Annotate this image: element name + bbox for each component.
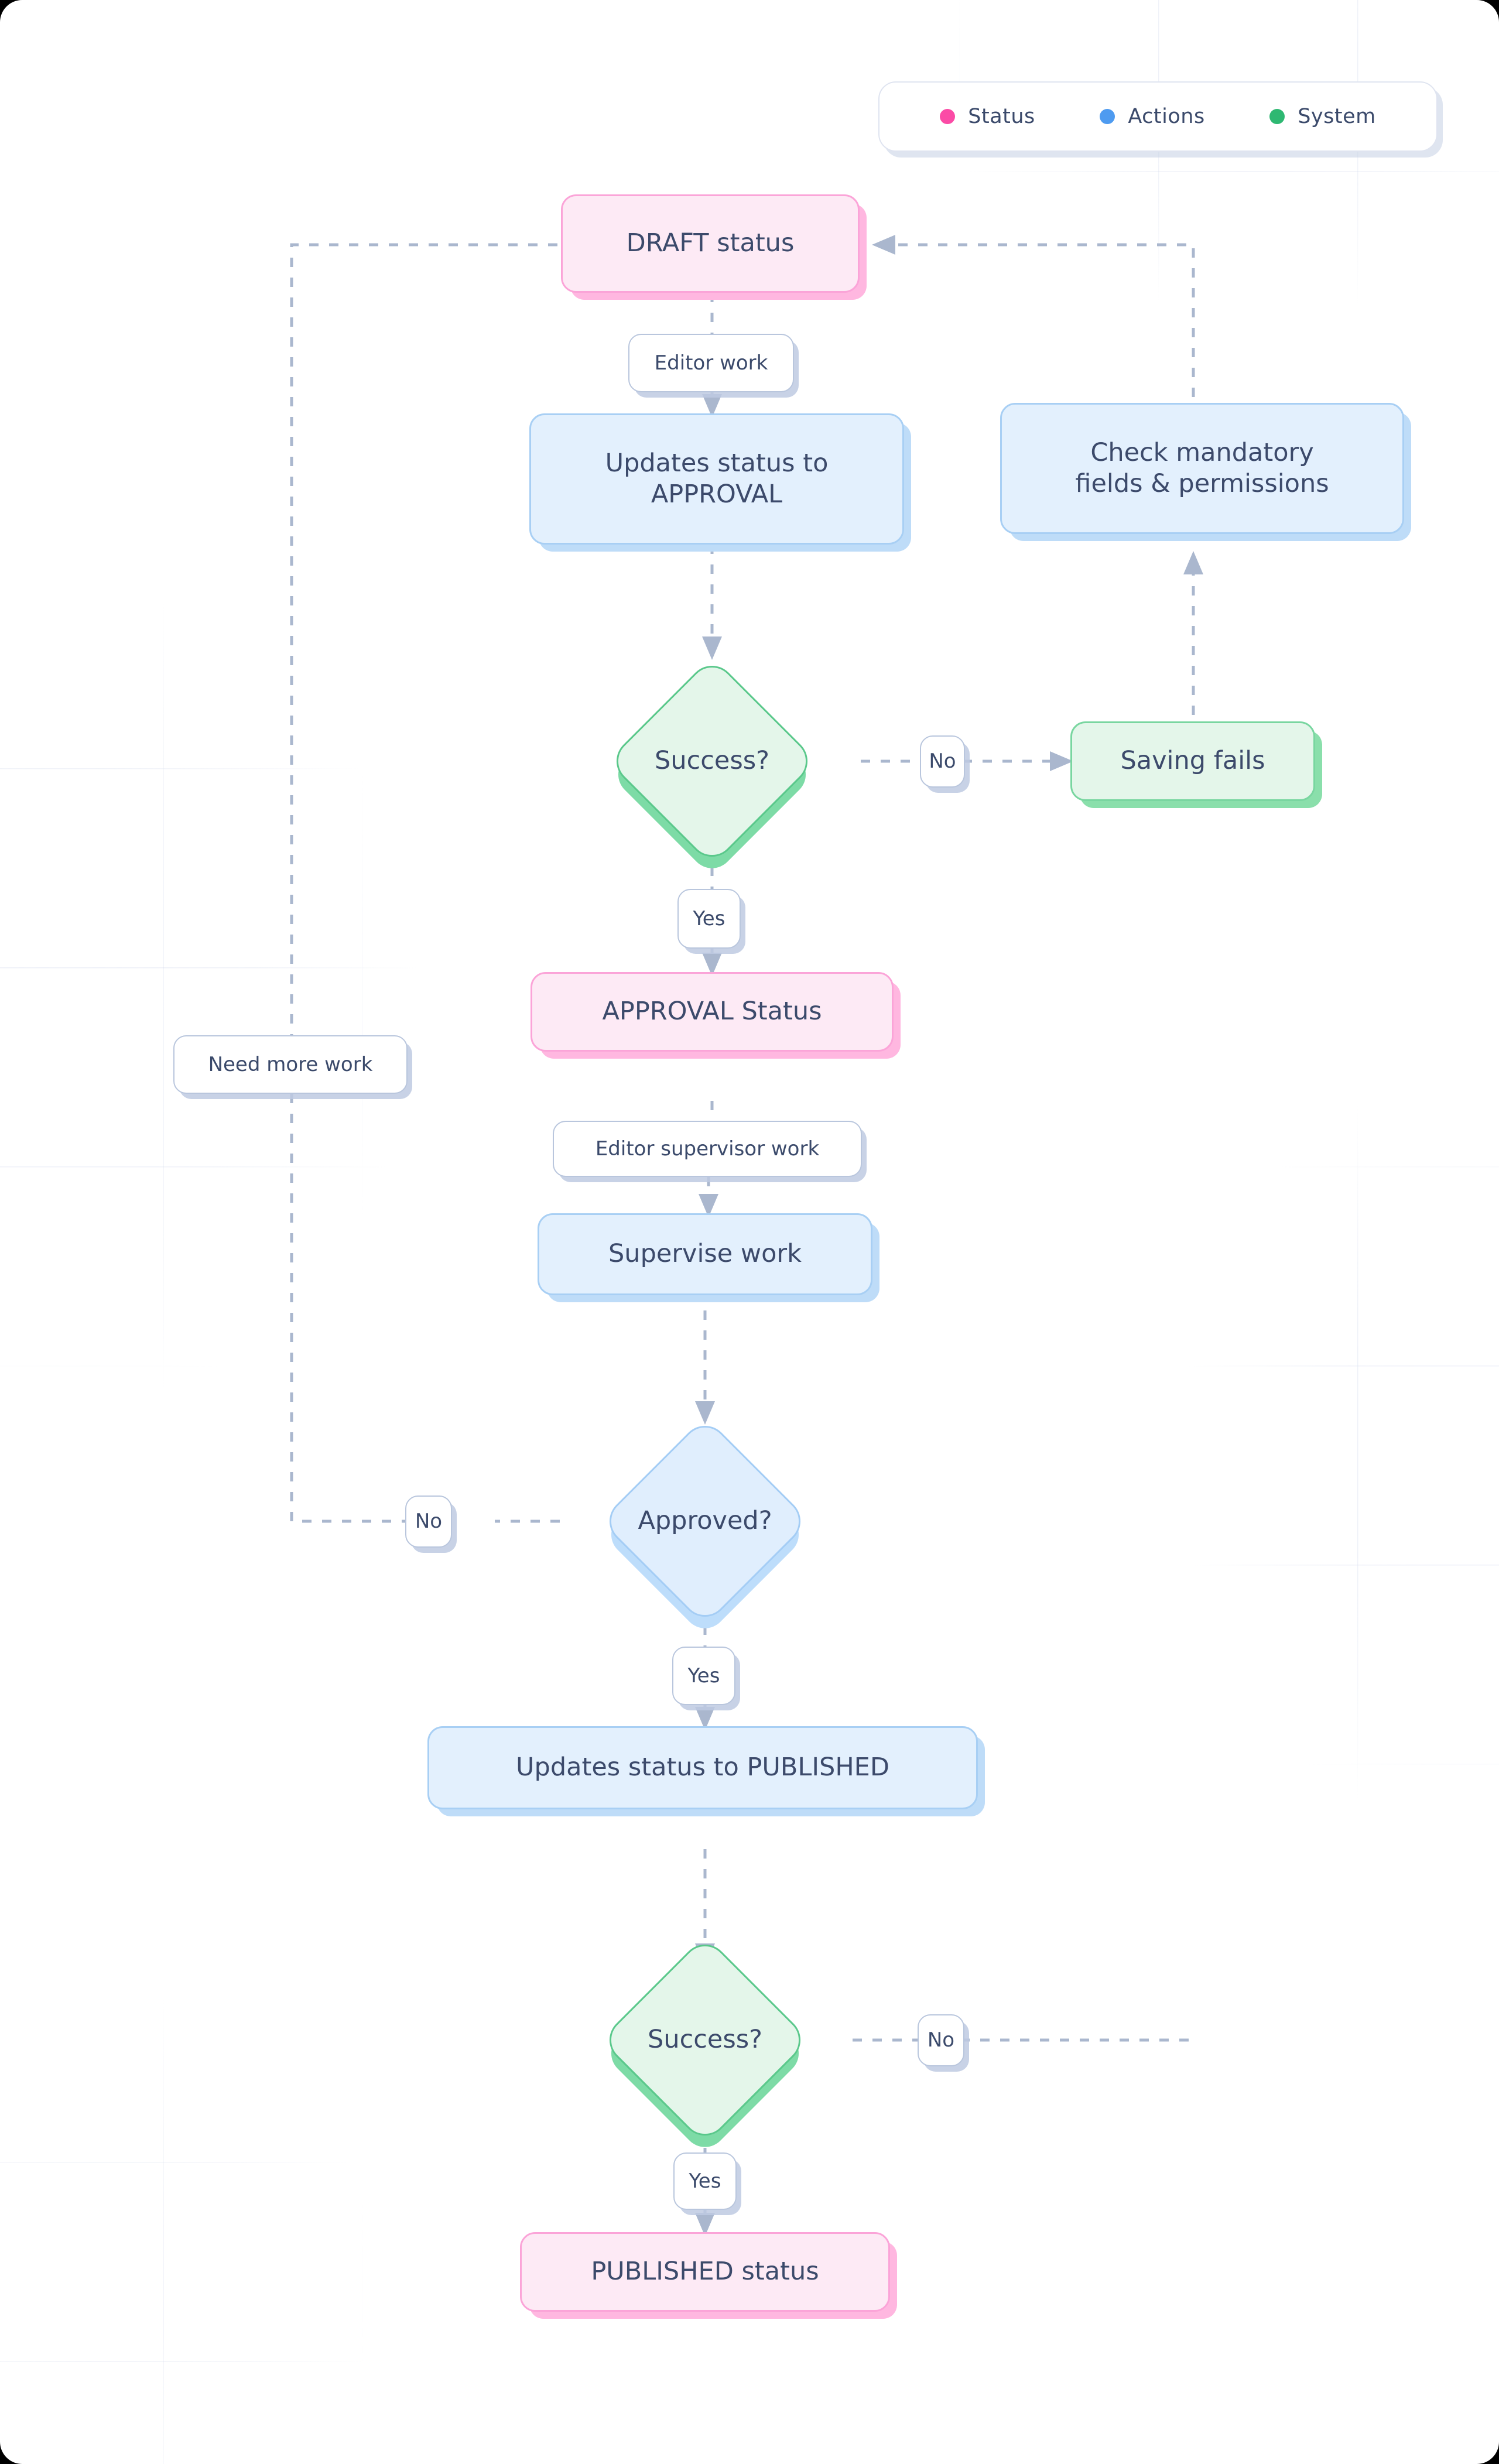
edge-label-no-2[interactable]: No	[405, 1495, 452, 1548]
edge-label-no-3[interactable]: No	[918, 2014, 964, 2066]
edge-label-editor-supervisor-work-text: Editor supervisor work	[595, 1137, 820, 1161]
node-success-1[interactable]: Success?	[607, 656, 817, 867]
node-approved-label: Approved?	[638, 1506, 772, 1536]
legend-item-system: System	[1269, 105, 1376, 128]
node-success-1-label: Success?	[655, 746, 769, 776]
edge-label-editor-work[interactable]: Editor work	[628, 334, 794, 392]
edge-label-no-3-text: No	[927, 2028, 955, 2052]
legend-label-actions: Actions	[1128, 105, 1205, 128]
node-supervise-work-label: Supervise work	[608, 1239, 802, 1269]
node-published-status-label: PUBLISHED status	[591, 2257, 819, 2287]
node-supervise-work[interactable]: Supervise work	[538, 1213, 872, 1295]
legend-label-system: System	[1298, 105, 1376, 128]
node-updates-status-published[interactable]: Updates status to PUBLISHED	[427, 1726, 978, 1809]
node-check-mandatory-fields[interactable]: Check mandatory fields & permissions	[1000, 403, 1404, 534]
edge-label-yes-2[interactable]: Yes	[672, 1647, 735, 1705]
edge-label-editor-work-text: Editor work	[654, 351, 768, 375]
edge-label-yes-2-text: Yes	[687, 1664, 720, 1688]
edge-label-yes-3[interactable]: Yes	[673, 2152, 737, 2210]
edge-label-need-more-work[interactable]: Need more work	[173, 1035, 408, 1094]
node-saving-fails[interactable]: Saving fails	[1070, 721, 1315, 801]
node-success-2-label: Success?	[648, 2025, 762, 2055]
dot-icon-system	[1269, 109, 1285, 124]
legend-item-actions: Actions	[1100, 105, 1204, 128]
edge-label-yes-1-text: Yes	[693, 906, 725, 930]
node-saving-fails-label: Saving fails	[1120, 746, 1265, 776]
node-check-mandatory-fields-label: Check mandatory fields & permissions	[1075, 437, 1329, 498]
edge-label-need-more-work-text: Need more work	[208, 1052, 373, 1076]
node-updates-status-published-label: Updates status to PUBLISHED	[516, 1753, 889, 1782]
node-approved[interactable]: Approved?	[600, 1416, 810, 1627]
edge-label-yes-1[interactable]: Yes	[677, 889, 741, 949]
edge-label-no-1[interactable]: No	[920, 735, 965, 788]
node-approval-status[interactable]: APPROVAL Status	[531, 972, 894, 1052]
edge-checkmandatory-to-draft	[871, 235, 1195, 417]
dot-icon-status	[940, 109, 956, 124]
node-draft-status[interactable]: DRAFT status	[561, 194, 860, 293]
legend-label-status: Status	[968, 105, 1035, 128]
edge-label-editor-supervisor-work[interactable]: Editor supervisor work	[553, 1121, 862, 1177]
flowchart-canvas: Status Actions System DRAFT status Edito…	[0, 0, 1499, 2464]
node-updates-status-approval[interactable]: Updates status to APPROVAL	[529, 413, 904, 545]
edge-label-yes-3-text: Yes	[689, 2169, 721, 2193]
node-success-2[interactable]: Success?	[600, 1935, 810, 2145]
dot-icon-actions	[1100, 109, 1115, 124]
legend: Status Actions System	[878, 81, 1438, 152]
node-published-status[interactable]: PUBLISHED status	[520, 2232, 890, 2312]
edge-label-no-1-text: No	[929, 750, 956, 774]
node-draft-status-label: DRAFT status	[626, 228, 795, 258]
legend-item-status: Status	[940, 105, 1035, 128]
node-approval-status-label: APPROVAL Status	[602, 997, 822, 1026]
edge-label-no-2-text: No	[415, 1510, 443, 1534]
node-updates-status-approval-label: Updates status to APPROVAL	[605, 448, 829, 509]
